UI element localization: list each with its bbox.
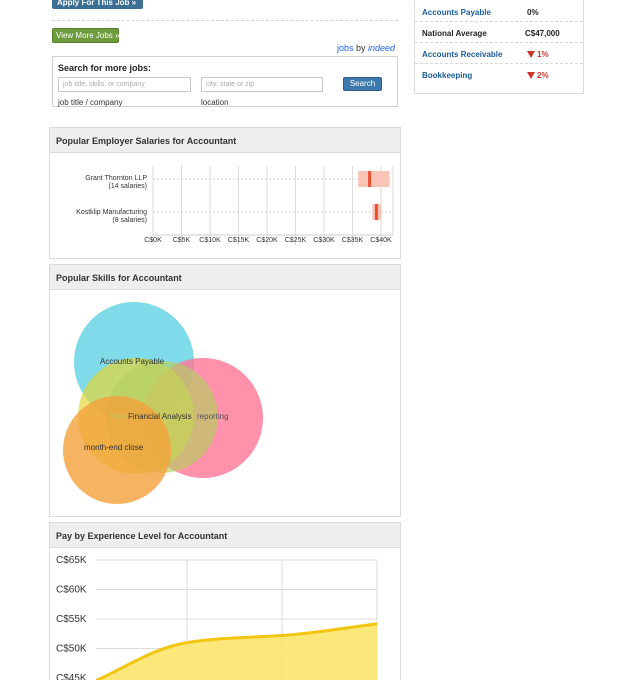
pay-area-fill: [97, 623, 377, 680]
skills-venn-chart: Accounts Payable Book Financial Analysis…: [63, 302, 263, 504]
employer-salary-count: (8 salaries): [112, 217, 147, 224]
x-tick-label: C$5K: [173, 237, 191, 244]
table-row: Accounts Payable 0%: [415, 1, 583, 22]
pay-change-value: 0%: [527, 8, 539, 17]
x-tick-label: C$40K: [370, 237, 392, 244]
x-tick-label: C$25K: [285, 237, 307, 244]
venn-label: Book: [110, 412, 129, 421]
powered-jobs-text: jobs: [337, 43, 354, 53]
employer-salary-count: (14 salaries): [108, 183, 147, 190]
skill-link-accounts-payable[interactable]: Accounts Payable: [422, 8, 491, 17]
job-title-input[interactable]: job title, skills, or company: [58, 77, 191, 92]
down-arrow-icon: [527, 51, 535, 58]
popular-skills-panel: Popular Skills for Accountant Accounts P…: [49, 264, 401, 517]
national-average-value: C$47,000: [525, 29, 560, 38]
down-arrow-icon: [527, 72, 535, 79]
divider: [52, 20, 398, 21]
venn-label: Financial Analysis: [128, 412, 192, 421]
venn-label: month-end close: [84, 443, 144, 452]
x-tick-label: C$30K: [313, 237, 335, 244]
powered-by-indeed[interactable]: jobs by indeed: [337, 43, 395, 53]
y-tick-label: C$65K: [56, 555, 87, 566]
venn-label: reporting: [197, 412, 229, 421]
salary-range-bar[interactable]: [358, 171, 390, 187]
pay-change-text: 1%: [537, 50, 549, 59]
national-average-label: National Average: [422, 29, 487, 38]
employer-name[interactable]: Grant Thornton LLP: [85, 175, 147, 182]
pay-change-text: 2%: [537, 71, 549, 80]
y-tick-label: C$50K: [56, 644, 87, 655]
related-skills-pay-table: Accounts Payable 0% National Average C$4…: [414, 0, 584, 94]
job-title-label: job title / company: [58, 98, 123, 107]
venn-label: Accounts Payable: [100, 357, 165, 366]
apply-for-job-button[interactable]: Apply For This Job »: [52, 0, 143, 9]
pay-by-experience-panel: Pay by Experience Level for Accountant C…: [49, 522, 401, 680]
pay-change-value: 2%: [527, 71, 549, 80]
skill-link-accounts-receivable[interactable]: Accounts Receivable: [422, 50, 502, 59]
job-search-box: Search for more jobs: job title, skills,…: [52, 56, 398, 107]
y-tick-label: C$55K: [56, 614, 87, 625]
x-tick-label: C$10K: [199, 237, 221, 244]
salary-median-marker: [374, 204, 378, 220]
x-tick-label: C$20K: [256, 237, 278, 244]
y-tick-label: C$60K: [56, 585, 87, 596]
table-row: National Average C$47,000: [415, 22, 583, 43]
x-tick-label: C$15K: [228, 237, 250, 244]
location-label: location: [201, 98, 229, 107]
x-tick-label: C$35K: [342, 237, 364, 244]
table-row: Accounts Receivable 1%: [415, 43, 583, 64]
table-row: Bookkeeping 2%: [415, 64, 583, 85]
location-input[interactable]: city, state or zip: [201, 77, 323, 92]
skill-link-bookkeeping[interactable]: Bookkeeping: [422, 71, 472, 80]
employer-salaries-panel: Popular Employer Salaries for Accountant…: [49, 127, 401, 259]
search-title: Search for more jobs:: [58, 63, 152, 73]
salary-median-marker: [368, 171, 372, 187]
employer-salary-chart: C$0K C$5K C$10K C$15K C$20K C$25K C$30K C$35K C$…: [76, 166, 394, 245]
indeed-logo: indeed: [368, 43, 396, 53]
pay-change-value: 1%: [527, 50, 549, 59]
employer-name[interactable]: Kostklip Manufacturing: [76, 209, 147, 216]
y-tick-label: C$45K: [56, 673, 87, 680]
search-button[interactable]: Search: [343, 77, 382, 91]
pay-by-experience-chart: C$65K C$60K C$55K C$50K C$45K: [56, 555, 378, 680]
x-tick-label: C$0K: [144, 237, 162, 244]
powered-by-text: by: [353, 43, 369, 53]
view-more-jobs-button[interactable]: View More Jobs »: [52, 28, 119, 43]
